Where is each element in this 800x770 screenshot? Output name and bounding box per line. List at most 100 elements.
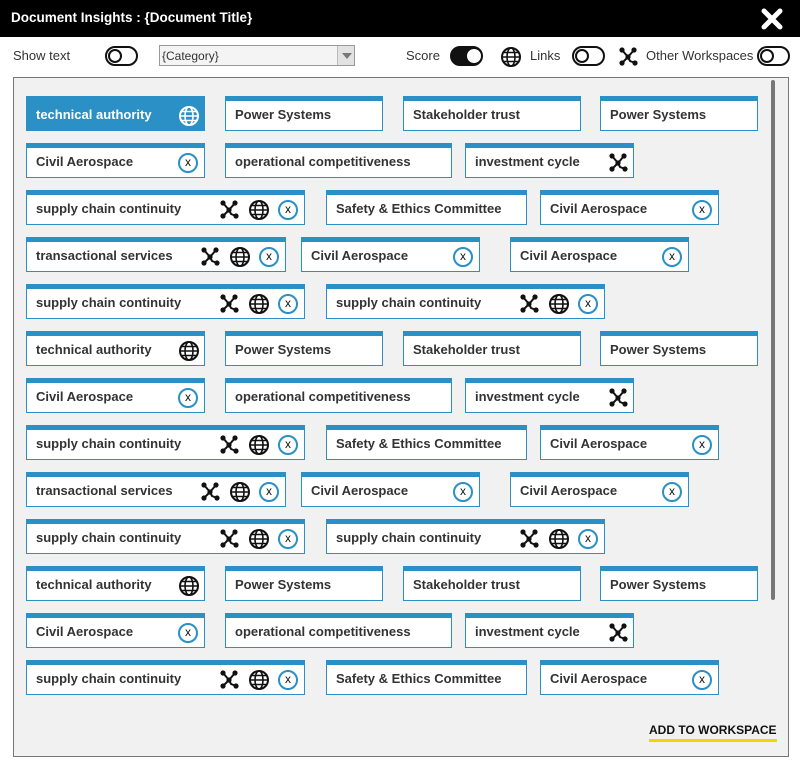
tag-chip[interactable]: transactional services x — [26, 237, 286, 272]
tag-chip[interactable]: Civil Aerospace x — [540, 660, 719, 695]
tag-chip[interactable]: Civil Aerospace x — [301, 472, 480, 507]
tag-chip[interactable]: Power Systems — [225, 566, 383, 601]
tag-label: Civil Aerospace — [311, 483, 409, 498]
tag-chip[interactable]: Civil Aerospace x — [540, 190, 719, 225]
remove-icon[interactable]: x — [178, 388, 198, 408]
tag-chip[interactable]: supply chain continuity x — [26, 425, 305, 460]
tag-chip[interactable]: Safety & Ethics Committee — [326, 660, 527, 695]
remove-icon[interactable]: x — [178, 153, 198, 173]
tag-chip[interactable]: Power Systems — [600, 331, 758, 366]
tag-chip[interactable]: operational competitiveness — [225, 613, 452, 648]
tag-chip[interactable]: Civil Aerospace x — [510, 237, 689, 272]
remove-icon[interactable]: x — [259, 247, 279, 267]
tag-label: supply chain continuity — [36, 201, 182, 216]
remove-icon[interactable]: x — [692, 435, 712, 455]
globe-icon — [249, 529, 269, 549]
remove-icon[interactable]: x — [453, 482, 473, 502]
remove-icon[interactable]: x — [578, 294, 598, 314]
other-workspaces-toggle[interactable] — [757, 46, 790, 66]
add-to-workspace-button[interactable]: ADD TO WORKSPACE — [649, 723, 777, 742]
remove-icon[interactable]: x — [259, 482, 279, 502]
toolbar: Show text {Category} Score Links Other W… — [0, 37, 800, 73]
tag-chip[interactable]: supply chain continuity x — [326, 284, 605, 319]
globe-icon — [230, 247, 250, 267]
tag-chip[interactable]: technical authority — [26, 331, 205, 366]
remove-icon[interactable]: x — [692, 200, 712, 220]
tag-chip[interactable]: Power Systems — [600, 566, 758, 601]
tag-chip[interactable]: Civil Aerospace x — [510, 472, 689, 507]
tag-chip[interactable]: Stakeholder trust — [403, 566, 581, 601]
tag-chip[interactable]: Civil Aerospace x — [26, 613, 205, 648]
close-icon[interactable] — [759, 6, 785, 32]
tag-chip[interactable]: Civil Aerospace x — [540, 425, 719, 460]
remove-icon[interactable]: x — [278, 529, 298, 549]
tag-chip[interactable]: supply chain continuity x — [26, 284, 305, 319]
category-select[interactable]: {Category} — [159, 45, 355, 66]
globe-icon — [549, 294, 569, 314]
network-icon — [619, 47, 638, 66]
tag-chip[interactable]: Safety & Ethics Committee — [326, 190, 527, 225]
tag-chip[interactable]: supply chain continuity x — [326, 519, 605, 554]
tag-chip[interactable]: technical authority — [26, 96, 205, 131]
tag-chip[interactable]: supply chain continuity x — [26, 660, 305, 695]
tag-label: Safety & Ethics Committee — [336, 671, 502, 686]
remove-icon[interactable]: x — [278, 294, 298, 314]
remove-icon[interactable]: x — [662, 482, 682, 502]
tag-chip[interactable]: Civil Aerospace x — [26, 143, 205, 178]
tag-chip[interactable]: Civil Aerospace x — [26, 378, 205, 413]
tag-label: supply chain continuity — [36, 295, 182, 310]
tag-chip[interactable]: investment cycle — [465, 378, 634, 413]
tag-chip[interactable]: Power Systems — [225, 96, 383, 131]
tag-label: supply chain continuity — [36, 671, 182, 686]
tag-label: Civil Aerospace — [520, 483, 618, 498]
tag-label: technical authority — [36, 577, 152, 592]
tag-chip[interactable]: operational competitiveness — [225, 143, 452, 178]
tag-label: supply chain continuity — [336, 295, 482, 310]
tag-chip[interactable]: supply chain continuity x — [26, 519, 305, 554]
network-icon — [609, 153, 628, 172]
links-toggle[interactable] — [572, 46, 605, 66]
globe-icon — [249, 435, 269, 455]
tag-chip[interactable]: transactional services x — [26, 472, 286, 507]
show-text-toggle[interactable] — [105, 46, 138, 66]
remove-icon[interactable]: x — [453, 247, 473, 267]
score-label: Score — [406, 48, 440, 63]
score-toggle[interactable] — [450, 46, 483, 66]
tag-label: transactional services — [36, 483, 173, 498]
tag-chip[interactable]: technical authority — [26, 566, 205, 601]
window-title: Document Insights : {Document Title} — [11, 10, 253, 25]
tag-label: investment cycle — [475, 154, 580, 169]
remove-icon[interactable]: x — [178, 623, 198, 643]
remove-icon[interactable]: x — [692, 670, 712, 690]
tag-chip[interactable]: Stakeholder trust — [403, 331, 581, 366]
remove-icon[interactable]: x — [278, 200, 298, 220]
scrollbar[interactable] — [771, 80, 775, 600]
globe-icon — [179, 341, 199, 361]
tag-chip[interactable]: Power Systems — [600, 96, 758, 131]
tag-label: Power Systems — [610, 107, 707, 122]
tag-label: supply chain continuity — [36, 436, 182, 451]
remove-icon[interactable]: x — [662, 247, 682, 267]
tag-label: transactional services — [36, 248, 173, 263]
tag-chip[interactable]: investment cycle — [465, 613, 634, 648]
tag-label: Civil Aerospace — [550, 201, 648, 216]
tag-chip[interactable]: Civil Aerospace x — [301, 237, 480, 272]
tag-label: Safety & Ethics Committee — [336, 436, 502, 451]
network-icon — [220, 435, 239, 454]
chevron-down-icon[interactable] — [337, 46, 354, 65]
tag-chip[interactable]: Stakeholder trust — [403, 96, 581, 131]
tag-chip[interactable]: operational competitiveness — [225, 378, 452, 413]
other-workspaces-label: Other Workspaces — [646, 48, 754, 63]
tag-label: Stakeholder trust — [413, 577, 520, 592]
network-icon — [609, 388, 628, 407]
network-icon — [201, 247, 220, 266]
remove-icon[interactable]: x — [278, 435, 298, 455]
tag-chip[interactable]: Power Systems — [225, 331, 383, 366]
tag-chip[interactable]: Safety & Ethics Committee — [326, 425, 527, 460]
remove-icon[interactable]: x — [578, 529, 598, 549]
tag-chip[interactable]: supply chain continuity x — [26, 190, 305, 225]
tag-chip[interactable]: investment cycle — [465, 143, 634, 178]
globe-icon — [501, 47, 521, 67]
remove-icon[interactable]: x — [278, 670, 298, 690]
tag-label: Stakeholder trust — [413, 107, 520, 122]
